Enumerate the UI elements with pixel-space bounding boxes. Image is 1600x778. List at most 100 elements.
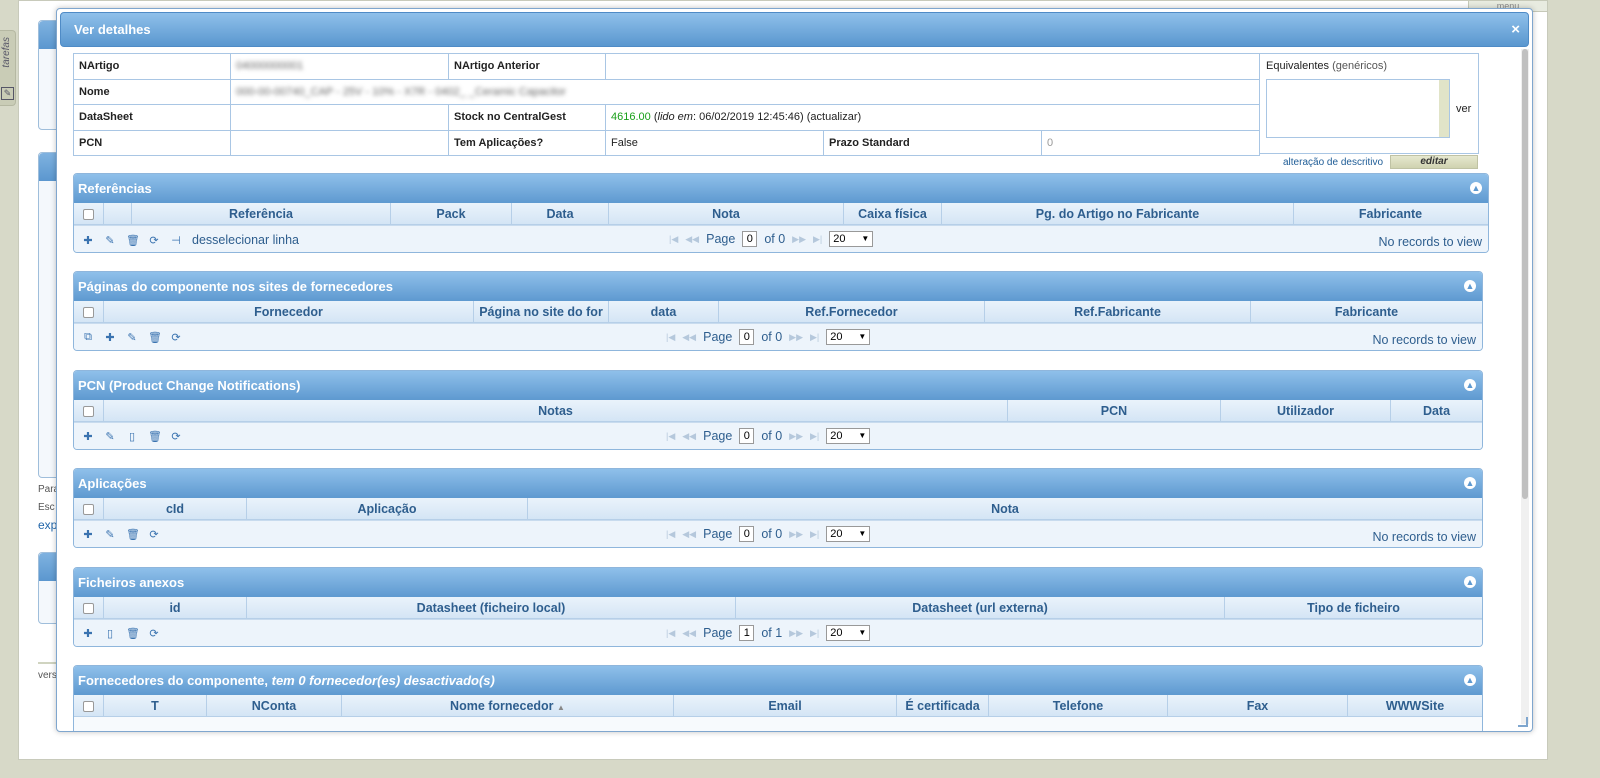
tarefas-side-tab[interactable]: tarefas ✎: [0, 30, 16, 106]
add-icon[interactable]: ✚: [82, 627, 94, 640]
column-header[interactable]: Pack: [391, 203, 512, 224]
add-icon[interactable]: ✚: [82, 234, 94, 247]
column-header[interactable]: data: [609, 301, 719, 322]
document-icon[interactable]: ▯: [104, 627, 116, 640]
prev-page-icon[interactable]: ◀◀: [682, 628, 696, 639]
rows-per-page-select[interactable]: 20: [826, 625, 871, 641]
delete-icon[interactable]: 🗑: [126, 234, 140, 247]
page-input[interactable]: 0: [742, 231, 758, 247]
column-header[interactable]: Página no site do for: [474, 301, 609, 322]
column-header[interactable]: T: [104, 695, 207, 716]
delete-icon[interactable]: 🗑: [126, 528, 140, 541]
column-header[interactable]: Telefone: [989, 695, 1168, 716]
column-header[interactable]: Fornecedor: [104, 301, 474, 322]
edit-icon[interactable]: ✎: [104, 430, 116, 443]
rows-per-page-select[interactable]: 20: [829, 231, 874, 247]
column-header[interactable]: Caixa física: [844, 203, 942, 224]
first-page-icon[interactable]: |◀: [666, 431, 675, 442]
next-page-icon[interactable]: ▶▶: [789, 628, 803, 639]
column-header[interactable]: Aplicação: [247, 498, 528, 519]
select-all-checkbox[interactable]: [74, 597, 104, 618]
column-header[interactable]: Referência: [132, 203, 391, 224]
rows-per-page-select[interactable]: 20: [826, 428, 871, 444]
column-header[interactable]: Tipo de ficheiro: [1225, 597, 1482, 618]
background-link[interactable]: exp: [38, 518, 57, 532]
column-header[interactable]: Fax: [1168, 695, 1348, 716]
column-header[interactable]: Fabricante: [1251, 301, 1482, 322]
select-all-checkbox[interactable]: [74, 301, 104, 322]
page-input[interactable]: 1: [739, 625, 755, 641]
equivalentes-textarea[interactable]: [1266, 79, 1450, 138]
column-header[interactable]: Datasheet (ficheiro local): [247, 597, 736, 618]
resize-grip-icon[interactable]: [1518, 717, 1528, 727]
column-header[interactable]: Nota: [528, 498, 1482, 519]
refresh-icon[interactable]: ⟳: [170, 430, 182, 443]
page-input[interactable]: 0: [739, 526, 755, 542]
delete-icon[interactable]: 🗑: [148, 331, 162, 344]
actualizar-link[interactable]: (actualizar): [807, 111, 861, 123]
last-page-icon[interactable]: ▶|: [813, 234, 822, 245]
select-all-checkbox[interactable]: [74, 498, 104, 519]
first-page-icon[interactable]: |◀: [666, 628, 675, 639]
deselect-button[interactable]: desselecionar linha: [192, 233, 299, 247]
prev-page-icon[interactable]: ◀◀: [682, 332, 696, 343]
collapse-icon[interactable]: ▲: [1464, 379, 1476, 391]
dialog-titlebar[interactable]: Ver detalhes ×: [60, 12, 1529, 47]
pin-icon[interactable]: ⊣: [170, 234, 182, 247]
prev-page-icon[interactable]: ◀◀: [682, 529, 696, 540]
select-all-checkbox[interactable]: [74, 400, 104, 421]
column-header[interactable]: cId: [104, 498, 247, 519]
last-page-icon[interactable]: ▶|: [810, 332, 819, 343]
column-header[interactable]: Data: [512, 203, 609, 224]
refresh-icon[interactable]: ⟳: [148, 234, 160, 247]
first-page-icon[interactable]: |◀: [666, 529, 675, 540]
next-page-icon[interactable]: ▶▶: [789, 332, 803, 343]
collapse-icon[interactable]: ▲: [1464, 280, 1476, 292]
last-page-icon[interactable]: ▶|: [810, 529, 819, 540]
editar-button[interactable]: editar: [1390, 155, 1478, 169]
scrollbar-thumb[interactable]: [1522, 49, 1528, 499]
scrollbar[interactable]: [1439, 80, 1449, 137]
column-header[interactable]: id: [104, 597, 247, 618]
collapse-icon[interactable]: ▲: [1464, 477, 1476, 489]
column-header[interactable]: Ref.Fabricante: [985, 301, 1251, 322]
next-page-icon[interactable]: ▶▶: [792, 234, 806, 245]
column-header[interactable]: Fabricante: [1294, 203, 1487, 224]
last-page-icon[interactable]: ▶|: [810, 431, 819, 442]
column-header[interactable]: Email: [674, 695, 897, 716]
sort-icon[interactable]: ▲: [557, 703, 565, 712]
select-all-checkbox[interactable]: [74, 695, 104, 716]
collapse-icon[interactable]: ▲: [1464, 576, 1476, 588]
edit-icon[interactable]: ✎: [104, 234, 116, 247]
delete-icon[interactable]: 🗑: [148, 430, 162, 443]
column-header[interactable]: Datasheet (url externa): [736, 597, 1225, 618]
dialog-scrollbar[interactable]: [1521, 49, 1529, 724]
delete-icon[interactable]: 🗑: [126, 627, 140, 640]
refresh-icon[interactable]: ⟳: [170, 331, 182, 344]
column-header[interactable]: Pg. do Artigo no Fabricante: [942, 203, 1294, 224]
next-page-icon[interactable]: ▶▶: [789, 529, 803, 540]
column-header[interactable]: Data: [1391, 400, 1482, 421]
add-icon[interactable]: ✚: [82, 430, 94, 443]
document-icon[interactable]: ▯: [126, 430, 138, 443]
edit-icon[interactable]: ✎: [104, 528, 116, 541]
collapse-icon[interactable]: ▲: [1464, 674, 1476, 686]
column-header[interactable]: Notas: [104, 400, 1008, 421]
first-page-icon[interactable]: |◀: [669, 234, 678, 245]
column-header[interactable]: É certificada: [897, 695, 989, 716]
first-page-icon[interactable]: |◀: [666, 332, 675, 343]
edit-icon[interactable]: ✎: [126, 331, 138, 344]
alteracao-descritivo-link[interactable]: alteração de descritivo: [1283, 157, 1383, 168]
collapse-icon[interactable]: ▲: [1470, 182, 1482, 194]
prev-page-icon[interactable]: ◀◀: [682, 431, 696, 442]
column-header[interactable]: WWWSite: [1348, 695, 1482, 716]
refresh-icon[interactable]: ⟳: [148, 528, 160, 541]
rows-per-page-select[interactable]: 20: [826, 329, 871, 345]
copy-icon[interactable]: ⧉: [82, 331, 94, 344]
add-icon[interactable]: ✚: [104, 331, 116, 344]
page-input[interactable]: 0: [739, 329, 755, 345]
refresh-icon[interactable]: ⟳: [148, 627, 160, 640]
select-all-checkbox[interactable]: [74, 203, 104, 224]
column-header[interactable]: Utilizador: [1221, 400, 1391, 421]
next-page-icon[interactable]: ▶▶: [789, 431, 803, 442]
